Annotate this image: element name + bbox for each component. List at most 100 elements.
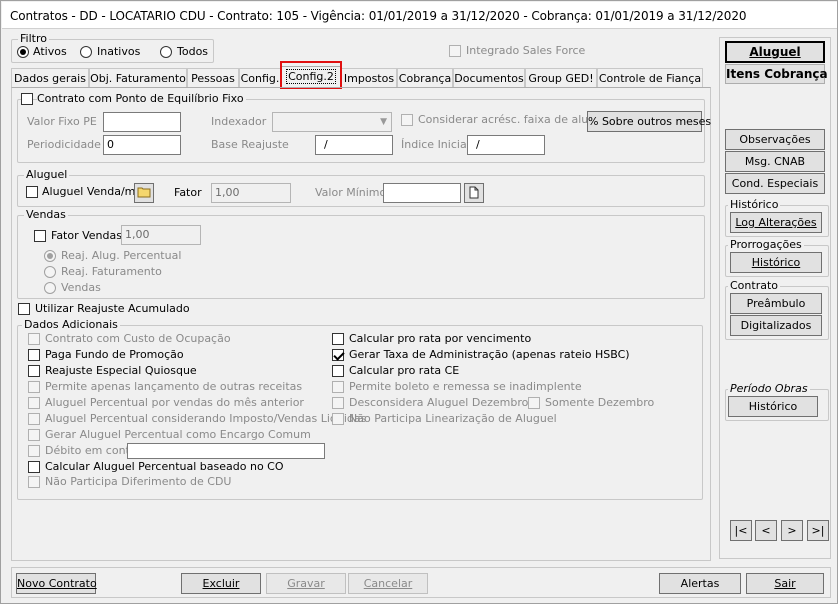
- window-title: Contratos - DD - LOCATARIO CDU - Contrat…: [10, 9, 747, 23]
- outras-receitas-checkbox[interactable]: [28, 381, 40, 393]
- fator-input[interactable]: 1,00: [211, 183, 291, 203]
- pro-rata-vencimento-checkbox[interactable]: [332, 333, 344, 345]
- gravar-button[interactable]: Gravar: [266, 573, 346, 594]
- filter-ativos-radio[interactable]: [17, 46, 29, 58]
- contrato-group-label: Contrato: [728, 279, 781, 293]
- chevron-down-icon: ▼: [380, 117, 387, 127]
- aluguel-dezembro-checkbox[interactable]: [332, 397, 344, 409]
- fundo-promocao-label: Paga Fundo de Promoção: [45, 348, 184, 361]
- sobre-outros-meses-button[interactable]: % Sobre outros meses: [587, 111, 711, 132]
- reaj-alug-percentual-radio[interactable]: [44, 250, 56, 262]
- equilibrio-checkbox[interactable]: [21, 93, 33, 105]
- prorrogacoes-group-label: Prorrogações: [728, 238, 804, 252]
- linearizacao-checkbox[interactable]: [332, 413, 344, 425]
- tab-impostos[interactable]: Impostos: [341, 68, 397, 87]
- diferimento-cdu-checkbox[interactable]: [28, 476, 40, 488]
- filter-todos-radio[interactable]: [160, 46, 172, 58]
- periodo-obras-historico-button[interactable]: Histórico: [728, 396, 818, 417]
- considerar-label: Considerar acrésc. faixa de aluguel: [418, 113, 613, 126]
- filter-inativos-label: Inativos: [97, 45, 141, 58]
- imposto-vendas-checkbox[interactable]: [28, 413, 40, 425]
- filter-inativos-radio[interactable]: [80, 46, 92, 58]
- cond-especiais-button[interactable]: Cond. Especiais: [725, 173, 825, 194]
- vendas-radio-label: Vendas: [61, 281, 101, 294]
- valor-fixo-label: Valor Fixo PE: [27, 115, 97, 128]
- next-record-button[interactable]: >: [781, 520, 803, 541]
- prev-record-button[interactable]: <: [755, 520, 777, 541]
- valor-minimo-input[interactable]: [383, 183, 461, 203]
- imposto-vendas-label: Aluguel Percentual considerando Imposto/…: [45, 412, 367, 425]
- dados-adicionais-label: Dados Adicionais: [22, 318, 120, 332]
- aluguel-venda-label: Aluguel Venda/m²: [42, 185, 140, 198]
- last-record-button[interactable]: >|: [807, 520, 829, 541]
- alertas-button[interactable]: Alertas: [659, 573, 741, 594]
- considerar-checkbox[interactable]: [401, 114, 413, 126]
- vendas-group-label: Vendas: [24, 208, 68, 222]
- log-alteracoes-button[interactable]: Log Alterações: [730, 212, 822, 233]
- debito-conta-label: Débito em conta: [45, 444, 137, 457]
- custo-ocupacao-checkbox[interactable]: [28, 333, 40, 345]
- pro-rata-vencimento-label: Calcular pro rata por vencimento: [349, 332, 532, 345]
- somente-dezembro-checkbox[interactable]: [528, 397, 540, 409]
- taxa-administracao-checkbox[interactable]: [332, 349, 344, 361]
- debito-conta-checkbox[interactable]: [28, 445, 40, 457]
- vendas-radio[interactable]: [44, 282, 56, 294]
- fator-vendas-checkbox[interactable]: [34, 230, 46, 242]
- document-button[interactable]: [464, 183, 484, 203]
- novo-contrato-button[interactable]: Novo Contrato: [16, 573, 97, 594]
- preambulo-button[interactable]: Preâmbulo: [730, 293, 822, 314]
- tab-pessoas[interactable]: Pessoas: [187, 68, 239, 87]
- custo-ocupacao-label: Contrato com Custo de Ocupação: [45, 332, 231, 345]
- fator-vendas-label: Fator Vendas: [51, 229, 122, 242]
- debito-conta-input[interactable]: [127, 443, 325, 459]
- filter-todos-label: Todos: [177, 45, 209, 58]
- aluguel-venda-checkbox[interactable]: [26, 186, 38, 198]
- valor-minimo-label: Valor Mínimo: [315, 186, 387, 199]
- indice-inicial-input[interactable]: /: [467, 135, 545, 155]
- base-reajuste-input[interactable]: /: [315, 135, 393, 155]
- periodicidade-input[interactable]: 0: [103, 135, 181, 155]
- itens-cobranca-button[interactable]: Itens Cobrança: [725, 64, 828, 84]
- tab-dados-gerais[interactable]: Dados gerais: [11, 68, 89, 87]
- tab-obj-faturamento[interactable]: Obj. Faturamento: [89, 68, 187, 87]
- calcular-co-checkbox[interactable]: [28, 461, 40, 473]
- cancelar-button[interactable]: Cancelar: [348, 573, 428, 594]
- filter-ativos-label: Ativos: [33, 45, 67, 58]
- tab-cobranca[interactable]: Cobrança: [397, 68, 453, 87]
- boleto-inadimplente-label: Permite boleto e remessa se inadimplente: [349, 380, 582, 393]
- fator-vendas-input[interactable]: 1,00: [121, 225, 201, 245]
- integrado-checkbox[interactable]: [449, 45, 461, 57]
- equilibrio-label: Contrato com Ponto de Equilíbrio Fixo: [37, 92, 246, 106]
- valor-fixo-input[interactable]: [103, 112, 181, 132]
- reajuste-quiosque-checkbox[interactable]: [28, 365, 40, 377]
- tab-group-ged[interactable]: Group GED!: [525, 68, 597, 87]
- boleto-inadimplente-checkbox[interactable]: [332, 381, 344, 393]
- reajuste-acumulado-checkbox[interactable]: [18, 303, 30, 315]
- observacoes-button[interactable]: Observações: [725, 129, 825, 150]
- first-record-button[interactable]: |<: [730, 520, 752, 541]
- aluguel-button[interactable]: Aluguel: [725, 41, 825, 63]
- tab-config[interactable]: Config.: [239, 68, 281, 87]
- pro-rata-ce-checkbox[interactable]: [332, 365, 344, 377]
- indexador-select[interactable]: ▼: [272, 112, 392, 132]
- fundo-promocao-checkbox[interactable]: [28, 349, 40, 361]
- digitalizados-button[interactable]: Digitalizados: [730, 315, 822, 336]
- folder-button[interactable]: [134, 183, 154, 203]
- encargo-comum-checkbox[interactable]: [28, 429, 40, 441]
- folder-icon: [137, 187, 151, 198]
- fator-label: Fator: [174, 186, 202, 199]
- calcular-co-label: Calcular Aluguel Percentual baseado no C…: [45, 460, 284, 473]
- document-icon: [469, 186, 479, 199]
- prorrogacoes-historico-button[interactable]: Histórico: [730, 252, 822, 273]
- mes-anterior-label: Aluguel Percentual por vendas do mês ant…: [45, 396, 304, 409]
- sair-button[interactable]: Sair: [746, 573, 824, 594]
- excluir-button[interactable]: Excluir: [181, 573, 261, 594]
- taxa-administracao-label: Gerar Taxa de Administração (apenas rate…: [349, 348, 630, 361]
- reaj-faturamento-radio[interactable]: [44, 266, 56, 278]
- title-bar: Contratos - DD - LOCATARIO CDU - Contrat…: [2, 2, 837, 29]
- tab-documentos[interactable]: Documentos: [453, 68, 525, 87]
- mes-anterior-checkbox[interactable]: [28, 397, 40, 409]
- msg-cnab-button[interactable]: Msg. CNAB: [725, 151, 825, 172]
- tab-controle-fianca[interactable]: Controle de Fiança: [597, 68, 703, 87]
- historico-group-label: Histórico: [728, 198, 781, 212]
